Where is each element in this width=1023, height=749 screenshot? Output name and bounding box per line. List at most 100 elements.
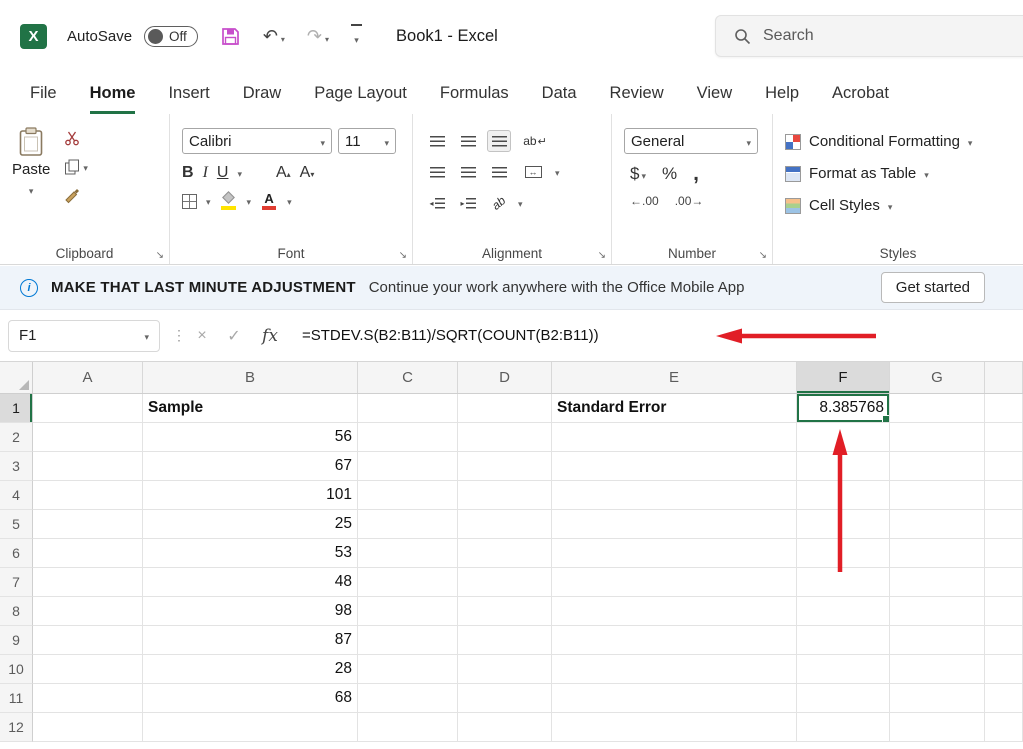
cell-A4[interactable] (33, 481, 143, 510)
tab-view[interactable]: View (697, 72, 732, 114)
cell-G10[interactable] (890, 655, 985, 684)
cell-D1[interactable] (458, 394, 552, 423)
cell-B12[interactable] (143, 713, 358, 742)
cell-A11[interactable] (33, 684, 143, 713)
redo-button[interactable]: ↷ (307, 26, 329, 47)
cell-overflow11[interactable] (985, 684, 1023, 713)
cell-overflow8[interactable] (985, 597, 1023, 626)
tab-help[interactable]: Help (765, 72, 799, 114)
cell-D11[interactable] (458, 684, 552, 713)
cancel-icon[interactable]: × (186, 327, 218, 345)
cell-D10[interactable] (458, 655, 552, 684)
align-right-button[interactable] (487, 161, 511, 183)
increase-decimal-button[interactable]: ←.00 (630, 194, 659, 208)
cell-G12[interactable] (890, 713, 985, 742)
cell-G3[interactable] (890, 452, 985, 481)
cell-overflow12[interactable] (985, 713, 1023, 742)
comma-style-button[interactable]: , (693, 169, 699, 179)
cut-button[interactable] (64, 130, 88, 146)
cell-C8[interactable] (358, 597, 458, 626)
align-top-button[interactable] (425, 130, 449, 152)
italic-button[interactable]: I (203, 164, 208, 182)
select-all-corner[interactable] (0, 362, 33, 393)
tab-insert[interactable]: Insert (168, 72, 209, 114)
row-header-9[interactable]: 9 (0, 626, 33, 655)
orientation-button[interactable]: ab (487, 192, 511, 214)
cell-overflow3[interactable] (985, 452, 1023, 481)
cell-F12[interactable] (797, 713, 890, 742)
copy-button[interactable] (64, 158, 88, 176)
tab-acrobat[interactable]: Acrobat (832, 72, 889, 114)
format-as-table-button[interactable]: Format as Table (785, 161, 1013, 186)
search-box[interactable]: Search (715, 15, 1023, 57)
row-header-2[interactable]: 2 (0, 423, 33, 452)
tab-home[interactable]: Home (90, 72, 136, 114)
tab-page-layout[interactable]: Page Layout (314, 72, 407, 114)
cell-D3[interactable] (458, 452, 552, 481)
row-header-7[interactable]: 7 (0, 568, 33, 597)
cell-overflow5[interactable] (985, 510, 1023, 539)
accounting-format-button[interactable]: $ (630, 164, 646, 184)
cell-E11[interactable] (552, 684, 797, 713)
cell-D7[interactable] (458, 568, 552, 597)
wrap-text-button[interactable]: ab ↵ (518, 130, 552, 152)
cell-C1[interactable] (358, 394, 458, 423)
row-header-1[interactable]: 1 (0, 394, 33, 423)
cell-D2[interactable] (458, 423, 552, 452)
cell-B6[interactable]: 53 (143, 539, 358, 568)
cell-C4[interactable] (358, 481, 458, 510)
row-header-12[interactable]: 12 (0, 713, 33, 742)
font-name-select[interactable]: Calibri (182, 128, 332, 154)
borders-icon[interactable] (182, 194, 197, 209)
column-header-A[interactable]: A (33, 362, 143, 393)
cell-overflow1[interactable] (985, 394, 1023, 423)
cell-C11[interactable] (358, 684, 458, 713)
cell-A5[interactable] (33, 510, 143, 539)
column-header-F[interactable]: F (797, 362, 890, 393)
autosave-toggle[interactable]: Off (144, 26, 198, 47)
underline-button[interactable]: U (217, 164, 229, 182)
row-header-3[interactable]: 3 (0, 452, 33, 481)
cell-E3[interactable] (552, 452, 797, 481)
get-started-button[interactable]: Get started (881, 272, 985, 303)
cell-C7[interactable] (358, 568, 458, 597)
cell-E9[interactable] (552, 626, 797, 655)
row-header-5[interactable]: 5 (0, 510, 33, 539)
cell-styles-button[interactable]: Cell Styles (785, 193, 1013, 218)
cell-B9[interactable]: 87 (143, 626, 358, 655)
cell-B5[interactable]: 25 (143, 510, 358, 539)
cell-A12[interactable] (33, 713, 143, 742)
column-header-B[interactable]: B (143, 362, 358, 393)
cell-G9[interactable] (890, 626, 985, 655)
cell-G4[interactable] (890, 481, 985, 510)
increase-indent-button[interactable]: ▸ (456, 192, 480, 214)
cell-B2[interactable]: 56 (143, 423, 358, 452)
cell-E10[interactable] (552, 655, 797, 684)
column-header-G[interactable]: G (890, 362, 985, 393)
cell-E12[interactable] (552, 713, 797, 742)
row-header-6[interactable]: 6 (0, 539, 33, 568)
cell-C3[interactable] (358, 452, 458, 481)
cell-B3[interactable]: 67 (143, 452, 358, 481)
cell-A3[interactable] (33, 452, 143, 481)
cell-B8[interactable]: 98 (143, 597, 358, 626)
qat-customize-button[interactable] (351, 24, 362, 48)
tab-formulas[interactable]: Formulas (440, 72, 509, 114)
row-header-11[interactable]: 11 (0, 684, 33, 713)
cell-B7[interactable]: 48 (143, 568, 358, 597)
percent-style-button[interactable]: % (662, 164, 677, 184)
cell-overflow7[interactable] (985, 568, 1023, 597)
cell-G2[interactable] (890, 423, 985, 452)
cell-F1[interactable]: 8.385768 (797, 394, 890, 423)
cell-overflow2[interactable] (985, 423, 1023, 452)
insert-function-button[interactable]: fx (254, 326, 286, 346)
column-header-E[interactable]: E (552, 362, 797, 393)
align-middle-button[interactable] (456, 130, 480, 152)
cell-B1[interactable]: Sample (143, 394, 358, 423)
cell-G11[interactable] (890, 684, 985, 713)
format-painter-button[interactable] (64, 188, 88, 204)
cell-overflow4[interactable] (985, 481, 1023, 510)
align-left-button[interactable] (425, 161, 449, 183)
row-header-8[interactable]: 8 (0, 597, 33, 626)
cell-G7[interactable] (890, 568, 985, 597)
